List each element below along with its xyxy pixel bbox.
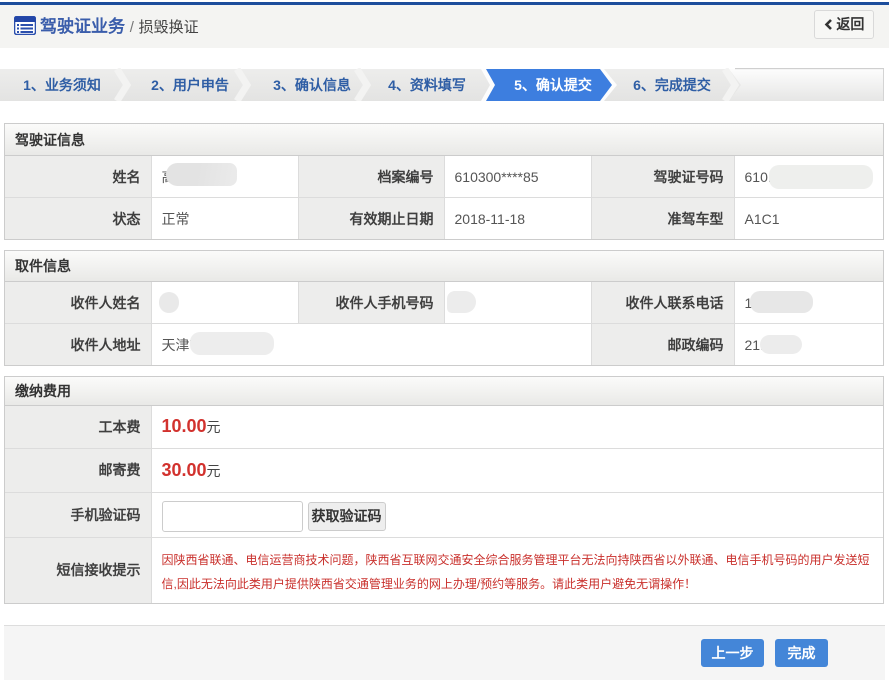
svg-text:4、资料填写: 4、资料填写	[388, 77, 466, 93]
svg-text:2、用户申告: 2、用户申告	[151, 77, 229, 93]
svg-text:5、确认提交: 5、确认提交	[514, 77, 592, 93]
svg-text:3、确认信息: 3、确认信息	[273, 77, 351, 93]
svg-text:6、完成提交: 6、完成提交	[633, 77, 711, 93]
svg-text:1、业务须知: 1、业务须知	[23, 77, 101, 93]
